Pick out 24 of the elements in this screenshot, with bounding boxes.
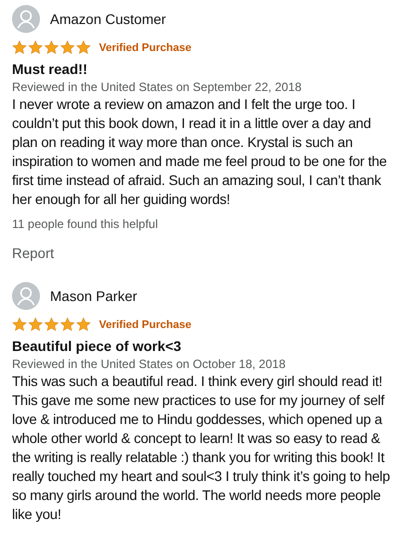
review-text: I never wrote a review on amazon and I felt the urge too. I couldn’t put this book down, I read it in a little over a day and plan on reading it way more than once. Krystal is such an inspiration to women and made me feel proud to be one for the first time instead of afraid. Such an amazing soul, I can’t thank her enough for all her guiding words!: [12, 95, 388, 209]
verified-purchase-label: Verified Purchase: [99, 42, 192, 54]
star-icon: [44, 317, 59, 332]
avatar-icon: [12, 5, 40, 33]
star-icon: [28, 40, 43, 55]
review-text: This was such a beautiful read. I think every girl should read it! This gave me some new practices to use for my journey of self love & introduced me to Hindu goddesses, which opened up a whole other world & concept to learn! It was so easy to read & the writing is really relatable :) thank you for writing this book! It really touched my heart and soul<3 I truly think it’s going to help so many girls around the world. The world needs more people like you!: [12, 372, 391, 524]
star-icon: [12, 40, 27, 55]
review-title: Beautiful piece of work<3: [12, 338, 182, 354]
report-link[interactable]: Report: [12, 245, 54, 261]
review-date: Reviewed in the United States on September 22, 2018: [12, 80, 303, 94]
star-icon: [76, 40, 91, 55]
star-icon: [12, 317, 27, 332]
star-icon: [76, 317, 91, 332]
verified-purchase-label: Verified Purchase: [99, 318, 192, 330]
avatar-icon: [12, 282, 40, 310]
reviewer-name[interactable]: Amazon Customer: [50, 11, 166, 27]
star-icon: [44, 40, 59, 55]
star-icon: [60, 40, 75, 55]
review-title: Must read!!: [12, 61, 88, 77]
helpful-count: 11 people found this helpful: [12, 217, 159, 231]
star-icon: [60, 317, 75, 332]
reviewer-name[interactable]: Mason Parker: [50, 288, 138, 304]
star-icon: [28, 317, 43, 332]
review-date: Reviewed in the United States on October 18, 2018: [12, 357, 287, 371]
